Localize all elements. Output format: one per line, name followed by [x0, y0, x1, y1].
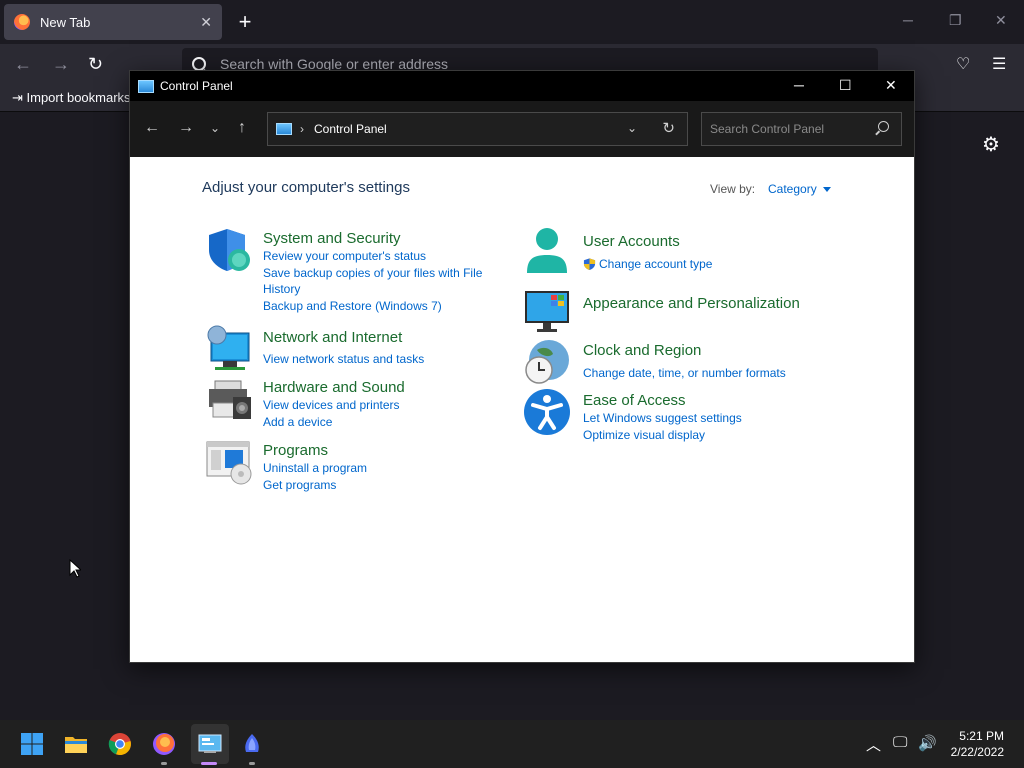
clock-date: 2/22/2022: [950, 745, 1004, 759]
running-indicator: [161, 762, 167, 765]
network-tray-icon[interactable]: 🖵: [893, 734, 907, 751]
user-icon: [527, 228, 567, 273]
tab-title: New Tab: [40, 14, 91, 30]
import-bookmarks-link[interactable]: ⇥ Import bookmarks...: [12, 90, 141, 106]
pocket-icon[interactable]: ♡: [956, 54, 970, 74]
category-link[interactable]: Save backup copies of your files with Fi…: [263, 265, 482, 281]
forward-icon[interactable]: →: [178, 119, 194, 137]
active-indicator: [201, 762, 217, 765]
gear-icon[interactable]: ⚙: [982, 132, 1000, 157]
category-link[interactable]: Review your computer's status: [263, 248, 482, 264]
page-title: Adjust your computer's settings: [202, 179, 410, 196]
category-link[interactable]: Let Windows suggest settings: [583, 410, 742, 426]
reload-icon[interactable]: ↻: [88, 54, 103, 75]
app-icon[interactable]: [240, 732, 264, 756]
up-icon[interactable]: ↑: [238, 119, 246, 137]
chevron-up-icon[interactable]: ︿: [866, 734, 881, 755]
search-input[interactable]: Search Control Panel: [701, 112, 902, 146]
taskbar: ︿ 🖵 🔊 5:21 PM 2/22/2022: [0, 720, 1024, 768]
import-bookmarks-label: Import bookmarks...: [26, 90, 142, 105]
browser-tab-bar: New Tab ✕ + ─ ❐ ✕: [0, 0, 1024, 44]
control-panel-icon: [138, 79, 154, 93]
printer-icon: [209, 380, 251, 419]
category-hardware-sound: Hardware and Sound View devices and prin…: [209, 379, 405, 430]
category-title[interactable]: System and Security: [263, 230, 482, 248]
category-system-security: System and Security Review your computer…: [209, 229, 482, 314]
network-icon: [207, 325, 250, 370]
shield-icon: [209, 229, 250, 271]
chevron-down-icon[interactable]: ⌄: [627, 121, 637, 135]
file-explorer-icon[interactable]: [64, 732, 88, 756]
back-icon[interactable]: ←: [144, 119, 160, 137]
category-link[interactable]: Add a device: [263, 414, 405, 430]
chrome-icon[interactable]: [108, 732, 132, 756]
category-link[interactable]: Get programs: [263, 477, 367, 493]
search-placeholder: Search Control Panel: [710, 122, 825, 136]
address-text: Control Panel: [314, 122, 387, 136]
category-title[interactable]: Programs: [263, 442, 367, 460]
window-title-bar: Control Panel ─ ☐ ✕: [130, 71, 914, 101]
accessibility-icon: [524, 389, 570, 435]
category-title[interactable]: Clock and Region: [583, 342, 786, 360]
change-account-type-label: Change account type: [599, 257, 713, 271]
clock[interactable]: 5:21 PM 2/22/2022: [951, 728, 1004, 760]
maximize-icon[interactable]: ☐: [839, 77, 852, 94]
control-panel-content: Adjust your computer's settings View by:…: [130, 157, 914, 662]
category-ease-of-access: Ease of Access Let Windows suggest setti…: [524, 389, 742, 443]
monitor-icon: [525, 291, 569, 332]
programs-icon: [206, 441, 252, 485]
category-link[interactable]: View devices and printers: [263, 397, 405, 413]
address-bar[interactable]: › Control Panel ⌄ ↻: [267, 112, 688, 146]
minimize-icon[interactable]: ─: [903, 12, 913, 28]
restore-icon[interactable]: ❐: [949, 12, 962, 29]
control-panel-window: Control Panel ─ ☐ ✕ ← → ⌄ ↑ › Control Pa…: [129, 70, 915, 663]
category-link[interactable]: History: [263, 281, 482, 297]
category-link[interactable]: Backup and Restore (Windows 7): [263, 298, 482, 314]
category-title[interactable]: User Accounts: [583, 233, 712, 251]
category-appearance: Appearance and Personalization: [525, 291, 800, 332]
clock-time: 5:21 PM: [959, 729, 1004, 743]
browser-tab[interactable]: New Tab ✕: [4, 4, 222, 40]
category-title[interactable]: Hardware and Sound: [263, 379, 405, 397]
search-icon: [192, 57, 206, 71]
category-clock-region: Clock and Region Change date, time, or n…: [525, 340, 786, 384]
recent-locations-icon[interactable]: ⌄: [210, 121, 220, 135]
category-link[interactable]: Optimize visual display: [583, 427, 742, 443]
control-panel-taskbar-icon[interactable]: [198, 732, 222, 756]
mouse-cursor-icon: [69, 559, 81, 578]
window-title: Control Panel: [160, 79, 233, 93]
uac-shield-icon: [583, 258, 596, 271]
windows-start-icon[interactable]: [20, 732, 44, 756]
category-title[interactable]: Appearance and Personalization: [583, 295, 800, 313]
back-icon[interactable]: ←: [14, 54, 32, 75]
volume-icon[interactable]: 🔊: [918, 734, 937, 752]
close-window-icon[interactable]: ✕: [995, 12, 1007, 29]
category-title[interactable]: Network and Internet: [263, 329, 424, 347]
menu-icon[interactable]: ☰: [992, 54, 1006, 74]
category-link[interactable]: View network status and tasks: [263, 351, 424, 367]
category-link[interactable]: Change account type: [583, 256, 712, 272]
firefox-icon[interactable]: [152, 732, 176, 756]
firefox-logo-icon: [14, 14, 30, 30]
new-tab-button[interactable]: +: [232, 9, 258, 35]
category-programs: Programs Uninstall a program Get program…: [206, 441, 367, 493]
category-title[interactable]: Ease of Access: [583, 392, 742, 410]
clock-globe-icon: [525, 340, 569, 384]
explorer-toolbar: ← → ⌄ ↑ › Control Panel ⌄ ↻ Search Contr…: [130, 101, 914, 157]
running-indicator: [249, 762, 255, 765]
view-by-dropdown[interactable]: Category: [768, 182, 831, 196]
view-by-label: View by:: [710, 182, 756, 196]
close-icon[interactable]: ✕: [885, 77, 897, 94]
refresh-icon[interactable]: ↻: [662, 119, 675, 137]
category-network-internet: Network and Internet View network status…: [207, 325, 424, 370]
minimize-icon[interactable]: ─: [794, 77, 804, 93]
category-link[interactable]: Uninstall a program: [263, 460, 367, 476]
forward-icon[interactable]: →: [52, 54, 70, 75]
category-link[interactable]: Change date, time, or number formats: [583, 365, 786, 381]
chevron-right-icon: ›: [300, 122, 304, 136]
close-tab-icon[interactable]: ✕: [200, 14, 212, 31]
category-user-accounts: User Accounts Change account type: [527, 228, 712, 273]
control-panel-icon: [276, 123, 292, 135]
search-icon: [878, 121, 889, 132]
